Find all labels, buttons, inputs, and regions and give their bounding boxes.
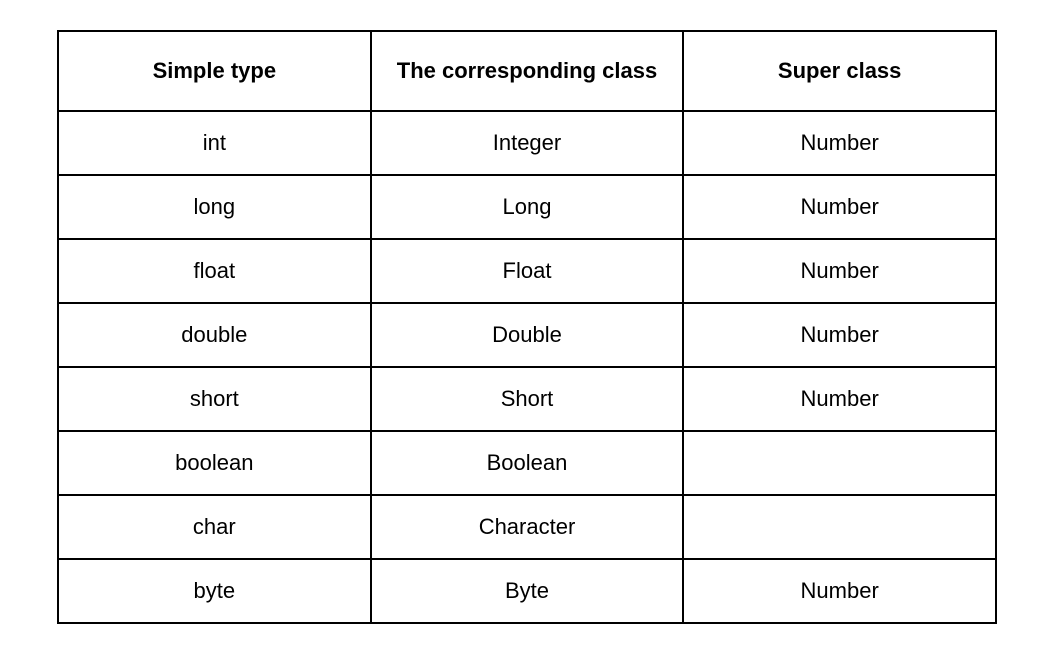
types-table: Simple type The corresponding class Supe…	[57, 30, 997, 624]
table-row: double Double Number	[58, 303, 996, 367]
cell-simple-type: long	[58, 175, 371, 239]
cell-simple-type: double	[58, 303, 371, 367]
cell-super-class: Number	[683, 111, 996, 175]
table-row: char Character	[58, 495, 996, 559]
cell-super-class	[683, 431, 996, 495]
cell-simple-type: char	[58, 495, 371, 559]
cell-super-class	[683, 495, 996, 559]
cell-super-class: Number	[683, 175, 996, 239]
cell-corresponding-class: Short	[371, 367, 684, 431]
cell-simple-type: short	[58, 367, 371, 431]
cell-corresponding-class: Character	[371, 495, 684, 559]
cell-corresponding-class: Double	[371, 303, 684, 367]
table-row: boolean Boolean	[58, 431, 996, 495]
cell-corresponding-class: Integer	[371, 111, 684, 175]
cell-corresponding-class: Long	[371, 175, 684, 239]
cell-super-class: Number	[683, 367, 996, 431]
table-row: float Float Number	[58, 239, 996, 303]
table-row: long Long Number	[58, 175, 996, 239]
table-row: byte Byte Number	[58, 559, 996, 623]
cell-super-class: Number	[683, 559, 996, 623]
cell-simple-type: boolean	[58, 431, 371, 495]
cell-simple-type: float	[58, 239, 371, 303]
header-simple-type: Simple type	[58, 31, 371, 111]
cell-simple-type: int	[58, 111, 371, 175]
cell-super-class: Number	[683, 303, 996, 367]
cell-corresponding-class: Float	[371, 239, 684, 303]
cell-simple-type: byte	[58, 559, 371, 623]
table-header-row: Simple type The corresponding class Supe…	[58, 31, 996, 111]
cell-super-class: Number	[683, 239, 996, 303]
header-corresponding-class: The corresponding class	[371, 31, 684, 111]
table-row: short Short Number	[58, 367, 996, 431]
table-row: int Integer Number	[58, 111, 996, 175]
cell-corresponding-class: Boolean	[371, 431, 684, 495]
cell-corresponding-class: Byte	[371, 559, 684, 623]
header-super-class: Super class	[683, 31, 996, 111]
